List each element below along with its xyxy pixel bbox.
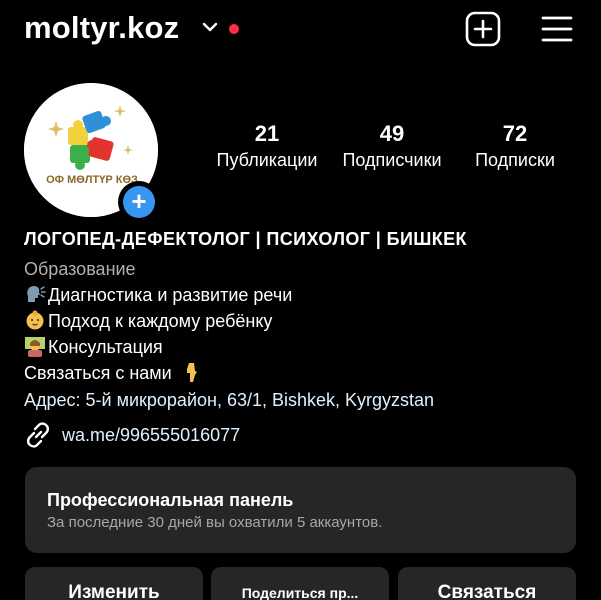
top-bar: moltyr.koz bbox=[0, 0, 601, 60]
add-post-icon[interactable] bbox=[465, 11, 501, 47]
bio-line-speech: Диагностика и развитие речи bbox=[24, 283, 292, 307]
username[interactable]: moltyr.koz bbox=[24, 10, 179, 46]
bio-line-child: Подход к каждому ребёнку bbox=[24, 309, 272, 333]
notification-dot bbox=[229, 24, 239, 34]
stat-following-count: 72 bbox=[502, 121, 528, 146]
bio-line-4: Связаться с нами bbox=[24, 363, 172, 383]
business-address[interactable]: Адрес: 5-й микрорайон, 63/1, Bishkek, Ky… bbox=[24, 388, 434, 412]
pointing-down-icon bbox=[186, 363, 197, 382]
speaking-head-icon bbox=[27, 286, 46, 302]
add-story-button[interactable]: + bbox=[118, 181, 160, 223]
link-icon bbox=[26, 422, 50, 448]
stat-posts-count: 21 bbox=[254, 121, 280, 146]
stat-followers-count: 49 bbox=[379, 121, 405, 146]
professional-dashboard-subtitle: За последние 30 дней вы охватили 5 аккау… bbox=[47, 514, 383, 531]
bio-line-1: Диагностика и развитие речи bbox=[48, 285, 293, 305]
profile-name: ЛОГОПЕД-ДЕФЕКТОЛОГ | ПСИХОЛОГ | БИШКЕК bbox=[24, 229, 467, 249]
edit-profile-button[interactable]: Изменить bbox=[25, 567, 203, 600]
stat-posts-label: Публикации bbox=[216, 150, 318, 170]
contact-button[interactable]: Связаться bbox=[398, 567, 576, 600]
stat-followers-label: Подписчики bbox=[342, 150, 442, 170]
baby-icon bbox=[26, 310, 44, 330]
professional-dashboard[interactable]: Профессиональная панель За последние 30 … bbox=[25, 467, 576, 553]
share-profile-button[interactable]: Поделиться пр... bbox=[211, 567, 389, 600]
teacher-icon bbox=[25, 337, 45, 357]
avatar-logo-text: ОФ МӨЛТҮР КӨЗ bbox=[46, 174, 138, 186]
bio-line-3: Консультация bbox=[48, 337, 163, 357]
website-link-text[interactable]: wa.me/996555016077 bbox=[62, 423, 240, 447]
stat-posts[interactable]: 21 Публикации bbox=[204, 121, 330, 173]
bio-line-consult: Консультация bbox=[24, 335, 163, 359]
stat-following[interactable]: 72 Подписки bbox=[460, 121, 570, 173]
chevron-down-icon[interactable] bbox=[202, 21, 218, 33]
professional-dashboard-title: Профессиональная панель bbox=[47, 490, 294, 510]
bio-line-contact: Связаться с нами bbox=[24, 361, 207, 385]
menu-icon[interactable] bbox=[540, 14, 574, 44]
stat-following-label: Подписки bbox=[475, 150, 555, 170]
stat-followers[interactable]: 49 Подписчики bbox=[332, 121, 452, 173]
profile-category: Образование bbox=[24, 259, 136, 279]
plus-icon: + bbox=[123, 186, 155, 218]
bio-line-2: Подход к каждому ребёнку bbox=[48, 311, 273, 331]
